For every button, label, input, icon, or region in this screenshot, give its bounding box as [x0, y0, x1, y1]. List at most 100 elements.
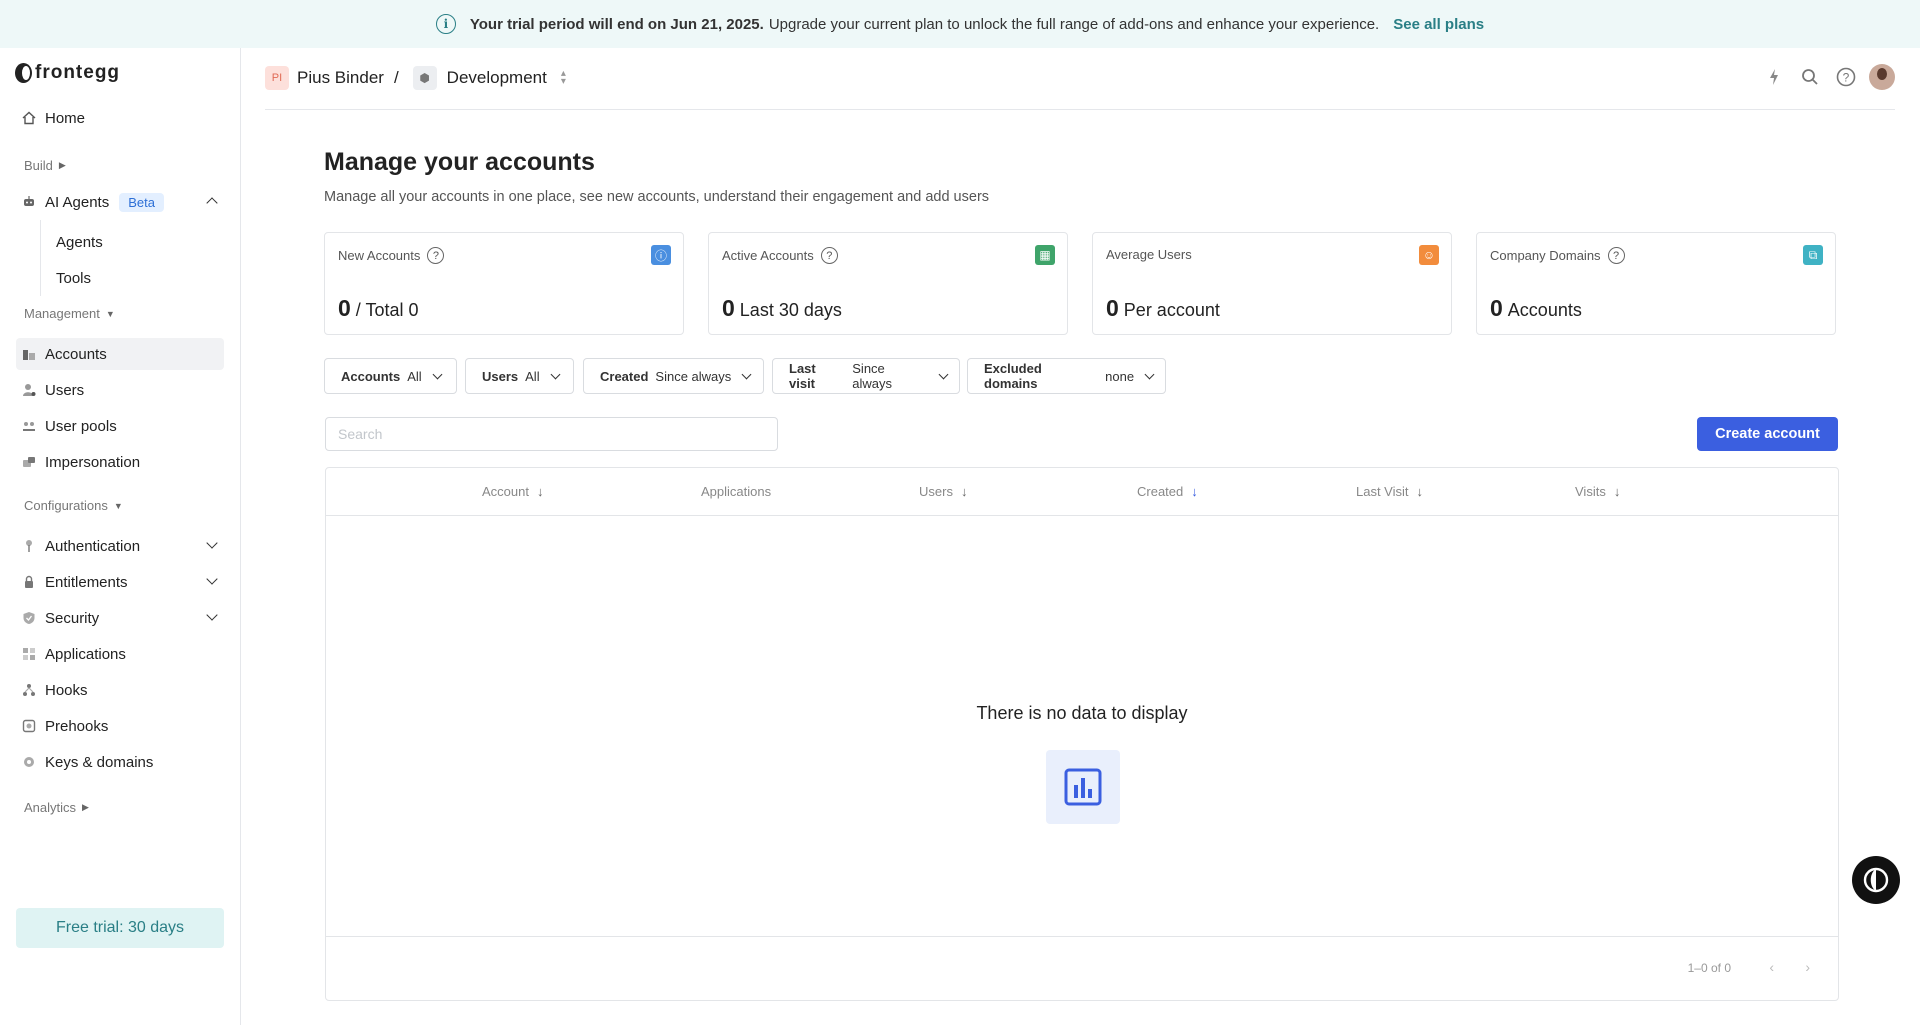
- sidebar-item-impersonation[interactable]: Impersonation: [16, 446, 224, 478]
- chevron-left-icon[interactable]: ‹: [1769, 959, 1774, 975]
- breadcrumb-separator: /: [393, 68, 399, 87]
- column-label: Account: [482, 484, 529, 499]
- sidebar: frontegg Home Build ▶ AI Agents Beta Agen…: [0, 48, 241, 1025]
- search-input[interactable]: [325, 417, 778, 451]
- sidebar-item-user-pools[interactable]: User pools: [16, 410, 224, 442]
- stat-number: 0: [722, 295, 735, 321]
- stat-suffix: Accounts: [1507, 300, 1582, 320]
- table-icon: ▦: [1035, 245, 1055, 265]
- filter-accounts[interactable]: Accounts All: [324, 358, 457, 394]
- topbar: PI Pius Binder / ⬢ Development ▴ ▾ ?: [265, 48, 1895, 110]
- logo-text: frontegg: [35, 62, 121, 83]
- chevron-down-icon[interactable]: [206, 537, 218, 549]
- section-management-label: Management: [24, 306, 100, 321]
- stat-value: 0/ Total 0: [338, 295, 419, 322]
- sidebar-item-agents[interactable]: Agents: [56, 226, 206, 258]
- sidebar-item-keys-domains[interactable]: Keys & domains: [16, 746, 224, 778]
- chevron-right-icon[interactable]: ›: [1805, 959, 1810, 975]
- sidebar-item-hooks[interactable]: Hooks: [16, 674, 224, 706]
- see-all-plans-link[interactable]: See all plans: [1393, 16, 1484, 33]
- search-icon[interactable]: [1797, 64, 1823, 90]
- filter-label: Last visit: [789, 361, 816, 391]
- info-icon: i: [435, 14, 456, 34]
- sidebar-item-label: Agents: [56, 233, 103, 251]
- sidebar-item-ai-agents[interactable]: AI Agents Beta: [16, 186, 224, 218]
- stat-number: 0: [1490, 295, 1503, 321]
- stat-label-text: Average Users: [1106, 247, 1192, 262]
- sidebar-item-accounts[interactable]: Accounts: [16, 338, 224, 370]
- question-icon[interactable]: ?: [1607, 247, 1625, 264]
- chevron-down-icon[interactable]: [206, 609, 218, 621]
- filter-value: Since always: [655, 368, 732, 384]
- section-analytics[interactable]: Analytics ▶: [24, 800, 89, 815]
- filter-label: Created: [600, 368, 649, 384]
- sidebar-item-authentication[interactable]: Authentication: [16, 530, 224, 562]
- user-group-icon: ☺: [1419, 245, 1439, 265]
- column-created[interactable]: Created ↓: [1137, 484, 1198, 499]
- stat-suffix: Per account: [1123, 300, 1220, 320]
- sidebar-item-label: Users: [45, 381, 85, 399]
- svg-text:?: ?: [1843, 71, 1850, 85]
- section-configurations[interactable]: Configurations ▼: [24, 498, 123, 513]
- arrow-down-icon: ↓: [536, 484, 544, 499]
- sidebar-item-label: Applications: [45, 645, 126, 663]
- caret-right-icon: ▶: [58, 160, 66, 170]
- arrow-down-icon: ↓: [1191, 484, 1198, 499]
- environment-name[interactable]: Development: [447, 68, 547, 88]
- chevron-up-icon[interactable]: [206, 197, 218, 209]
- sidebar-item-entitlements[interactable]: Entitlements: [16, 566, 224, 598]
- column-label: Applications: [701, 484, 772, 499]
- cube-icon: ⬢: [412, 66, 437, 90]
- filter-created[interactable]: Created Since always: [583, 358, 764, 394]
- question-icon[interactable]: ?: [820, 247, 838, 264]
- sidebar-item-label: Entitlements: [45, 573, 128, 591]
- section-build-label: Build: [24, 158, 53, 173]
- help-icon[interactable]: ?: [1833, 64, 1859, 90]
- table-header: Account ↓ Applications Users ↓ Created ↓ La…: [326, 468, 1838, 516]
- shield-icon: [23, 612, 35, 624]
- section-management[interactable]: Management ▼: [24, 306, 115, 321]
- bar-chart-icon: [1046, 750, 1120, 824]
- sidebar-item-security[interactable]: Security: [16, 602, 224, 634]
- stat-card-average-users: Average Users ☺ 0 Per account: [1092, 232, 1452, 335]
- filter-last-visit[interactable]: Last visit Since always: [772, 358, 960, 394]
- sidebar-item-tools[interactable]: Tools: [56, 262, 206, 294]
- column-visits[interactable]: Visits ↓: [1575, 484, 1620, 499]
- user-avatar[interactable]: [1869, 64, 1895, 90]
- page-title: Manage your accounts: [324, 148, 595, 176]
- lightning-icon[interactable]: [1761, 64, 1787, 90]
- chevron-down-icon[interactable]: [206, 573, 218, 585]
- chevron-down-icon: [432, 369, 443, 379]
- create-account-button[interactable]: Create account: [1697, 417, 1838, 451]
- question-icon[interactable]: ?: [427, 247, 445, 264]
- chevron-down-icon: [741, 369, 752, 379]
- sidebar-item-label: Tools: [56, 269, 92, 287]
- free-trial-button[interactable]: Free trial: 30 days: [16, 908, 224, 948]
- workspace-name[interactable]: Pius Binder: [297, 68, 384, 88]
- filter-label: Users: [482, 368, 519, 384]
- breadcrumb: PI Pius Binder / ⬢ Development ▴ ▾: [265, 66, 566, 90]
- column-users[interactable]: Users ↓: [919, 484, 967, 499]
- section-build[interactable]: Build ▶: [24, 158, 66, 173]
- info-icon: ⓘ: [651, 245, 671, 265]
- frontegg-logo[interactable]: frontegg: [15, 62, 120, 84]
- environment-switch-icon[interactable]: ▴ ▾: [561, 69, 566, 87]
- chat-support-button[interactable]: [1852, 856, 1900, 904]
- key-icon: [26, 540, 32, 552]
- sidebar-item-prehooks[interactable]: Prehooks: [16, 710, 224, 742]
- sidebar-item-home[interactable]: Home: [16, 102, 224, 134]
- sidebar-item-applications[interactable]: Applications: [16, 638, 224, 670]
- tree-line: [40, 220, 41, 296]
- filter-users[interactable]: Users All: [465, 358, 574, 394]
- column-label: Created: [1137, 484, 1184, 499]
- filter-label: Accounts: [341, 368, 401, 384]
- filter-excluded-domains[interactable]: Excluded domains none: [967, 358, 1166, 394]
- stat-label-text: New Accounts: [338, 248, 421, 263]
- column-account[interactable]: Account ↓: [482, 484, 543, 499]
- user-icon: [23, 384, 36, 396]
- sidebar-item-label: Impersonation: [45, 453, 141, 471]
- column-last-visit[interactable]: Last Visit ↓: [1356, 484, 1423, 499]
- arrow-down-icon: ↓: [1416, 484, 1424, 499]
- sidebar-item-users[interactable]: Users: [16, 374, 224, 406]
- table-footer: 1–0 of 0 ‹ ›: [326, 936, 1838, 1000]
